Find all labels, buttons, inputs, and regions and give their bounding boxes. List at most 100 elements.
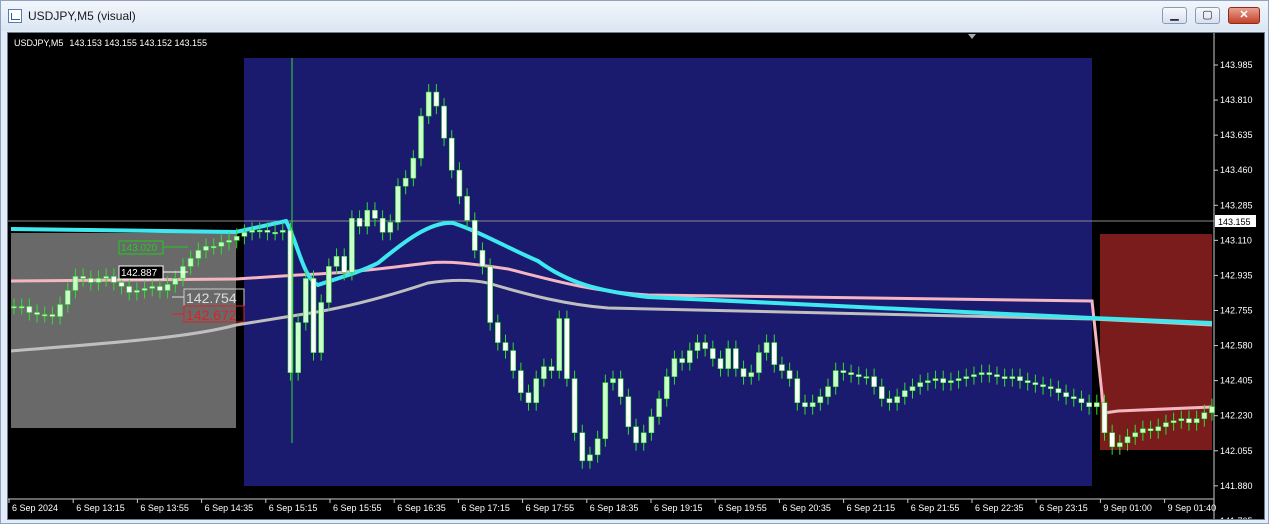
candle-body <box>564 318 570 379</box>
price-axis-label: 143.285 <box>1220 200 1253 210</box>
candle-body <box>387 222 394 233</box>
candle-body <box>187 258 194 267</box>
candle-body <box>1055 388 1062 393</box>
price-chart[interactable]: 143.020 142.887 142.754 142.672 USDJPY,M… <box>8 33 1264 519</box>
time-axis-label: 6 Sep 21:55 <box>911 503 960 513</box>
candle-body <box>1024 380 1031 383</box>
white-price-label: 142.887 <box>121 268 158 279</box>
candle-body <box>341 256 348 273</box>
candle-body <box>203 246 209 251</box>
candle-body <box>57 304 63 317</box>
candle-body <box>1170 420 1177 424</box>
price-axis-label: 143.810 <box>1220 95 1253 105</box>
candle-body <box>164 284 171 291</box>
candle-body <box>610 378 616 383</box>
candle-body <box>1201 412 1208 420</box>
time-axis-label: 6 Sep 22:35 <box>975 503 1024 513</box>
candle-body <box>448 137 455 171</box>
candle-body <box>763 342 770 353</box>
minimize-button[interactable]: ▁ <box>1162 7 1187 24</box>
time-axis-label: 6 Sep 18:35 <box>590 503 639 513</box>
candle-body <box>26 306 33 313</box>
candle-body <box>425 91 432 117</box>
candle-body <box>886 398 893 403</box>
indicator-zones <box>11 58 1212 486</box>
candle-body <box>479 250 486 267</box>
title-bar[interactable]: USDJPY,M5 (visual) ▁ ▢ ✕ <box>1 1 1268 31</box>
chart-area[interactable]: 143.020 142.887 142.754 142.672 USDJPY,M… <box>7 32 1265 520</box>
time-axis-label: 6 Sep 2024 <box>12 503 58 513</box>
price-axis: 143.985 143.810 143.635 143.460 143.285 143.1… <box>1214 60 1253 519</box>
candle-body <box>686 350 693 363</box>
candle-body <box>402 177 409 187</box>
candle-body <box>1070 396 1077 399</box>
candle-body <box>1124 436 1131 444</box>
candle-body <box>840 370 847 373</box>
candle-body <box>410 157 417 179</box>
candle-body <box>1155 426 1162 432</box>
chart-window-icon <box>8 9 22 23</box>
candle-body <box>925 380 931 383</box>
candle-body <box>1109 432 1115 448</box>
candle-body <box>518 370 524 393</box>
candle-body <box>210 246 217 249</box>
time-axis-label: 6 Sep 13:55 <box>140 503 189 513</box>
candle-body <box>894 396 900 403</box>
candle-body <box>1032 382 1039 385</box>
candle-body <box>832 370 839 387</box>
candle-body <box>725 348 731 369</box>
candle-body <box>648 416 655 434</box>
candle-body <box>1047 386 1054 389</box>
candle-body <box>548 366 555 371</box>
candle-body <box>495 322 501 343</box>
candle-body <box>602 382 609 440</box>
candle-body <box>34 312 40 315</box>
close-button[interactable]: ✕ <box>1228 7 1260 24</box>
candle-body <box>848 372 854 375</box>
candle-body <box>633 426 639 444</box>
candle-body <box>249 230 255 233</box>
candle-body <box>326 266 332 303</box>
time-axis-label: 6 Sep 19:15 <box>654 503 703 513</box>
time-axis-label: 6 Sep 19:55 <box>718 503 767 513</box>
price-axis-label: 141.880 <box>1220 481 1253 491</box>
candle-body <box>1140 428 1146 434</box>
current-price-text: 143.155 <box>1218 217 1251 227</box>
mt4-chart-window: USDJPY,M5 (visual) ▁ ▢ ✕ 143.020 142.887… <box>0 0 1269 524</box>
candle-body <box>702 342 708 349</box>
time-axis-label: 6 Sep 17:15 <box>461 503 510 513</box>
candle-body <box>556 318 563 371</box>
shift-marker-icon[interactable] <box>968 34 976 39</box>
candle-body <box>994 374 1000 377</box>
candle-body <box>333 256 340 267</box>
red-zone <box>1100 234 1212 450</box>
candle-body <box>533 378 540 403</box>
candle-body <box>748 372 755 377</box>
candle-body <box>756 352 762 373</box>
time-axis-label: 9 Sep 01:00 <box>1103 503 1152 513</box>
candle-body <box>1009 376 1016 379</box>
time-axis-label: 6 Sep 15:55 <box>333 503 382 513</box>
candle-body <box>349 218 355 273</box>
candle-body <box>594 438 601 456</box>
window-title: USDJPY,M5 (visual) <box>28 9 136 23</box>
candle-body <box>940 378 947 383</box>
candle-body <box>986 372 993 375</box>
price-axis-label: 143.460 <box>1220 165 1253 175</box>
candle-body <box>272 232 278 235</box>
candle-body <box>917 382 923 387</box>
price-axis-label: 143.635 <box>1220 130 1253 140</box>
maximize-button[interactable]: ▢ <box>1195 7 1220 24</box>
time-axis-label: 9 Sep 01:40 <box>1168 503 1217 513</box>
candle-body <box>141 288 148 291</box>
candle-body <box>1117 442 1123 448</box>
candle-body <box>855 374 862 377</box>
time-axis: 6 Sep 2024 6 Sep 13:15 6 Sep 13:55 6 Sep 14… <box>8 499 1217 513</box>
candle-body <box>395 185 401 223</box>
candle-body <box>710 348 716 359</box>
candle-body <box>963 376 970 379</box>
candle-body <box>579 432 586 462</box>
candle-body <box>218 242 225 247</box>
candle-body <box>871 376 877 387</box>
candle-body <box>794 378 801 403</box>
